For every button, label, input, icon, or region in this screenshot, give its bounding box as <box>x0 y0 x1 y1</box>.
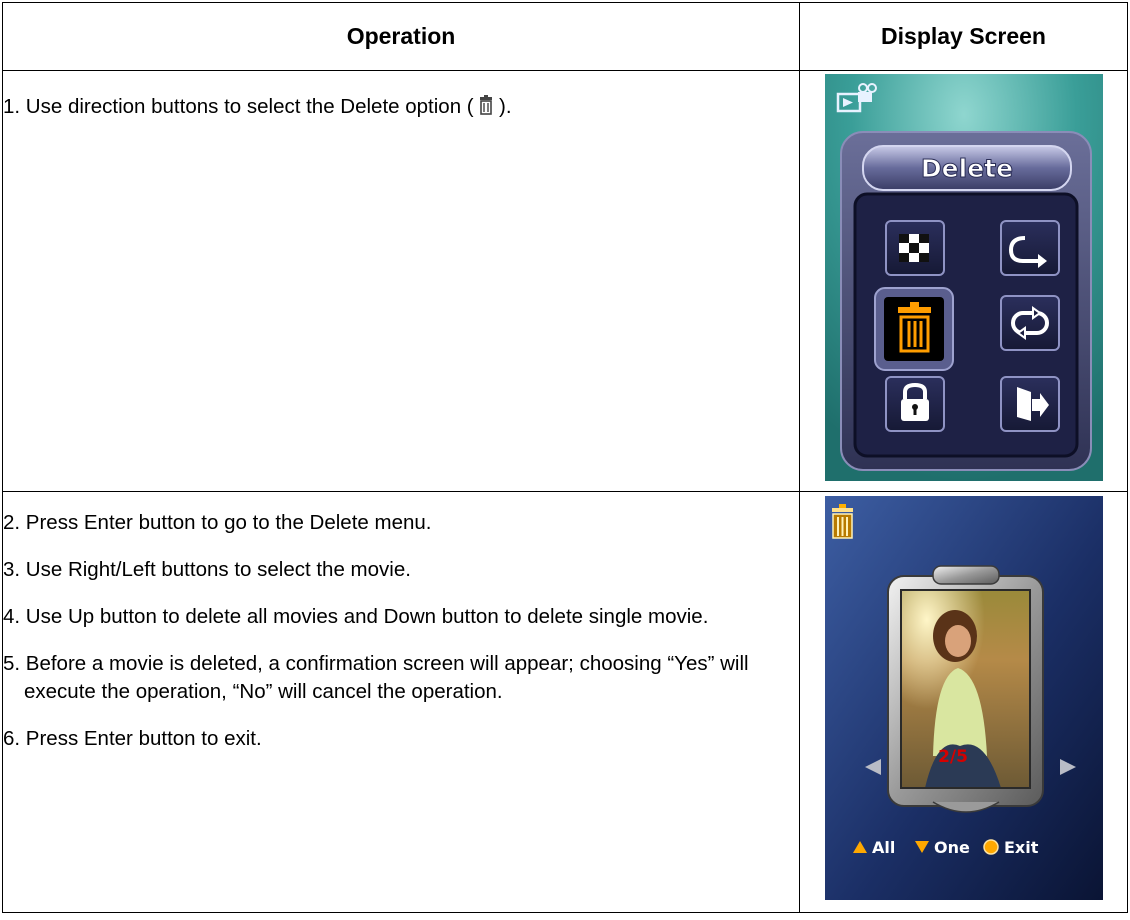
step-1: 1. Use direction buttons to select the D… <box>3 93 799 121</box>
menu-title: Delete <box>920 154 1012 183</box>
exit-button <box>999 376 1060 432</box>
step-1-text: 1. Use direction buttons to select the D… <box>3 95 480 118</box>
step-1-cell: 1. Use direction buttons to select the D… <box>2 70 800 492</box>
operation-header: Operation <box>2 2 800 71</box>
repeat-one-button <box>999 220 1060 276</box>
trash-button-selected <box>873 287 954 371</box>
operation-table: Operation Display Screen 1. Use directio… <box>2 2 1128 913</box>
step-4: 4. Use Up button to delete all movies an… <box>3 605 709 628</box>
step-5: 5. Before a movie is deleted, a confirma… <box>3 652 749 703</box>
display-screen-header: Display Screen <box>799 2 1128 71</box>
delete-title-pill: Delete <box>861 145 1072 191</box>
step-6: 6. Press Enter button to exit. <box>3 727 262 750</box>
delete-option-screen: Delete <box>824 74 1103 481</box>
step-2: 2. Press Enter button to go to the Delet… <box>3 511 432 534</box>
trash-icon <box>831 504 853 539</box>
exit-label: Exit <box>1004 838 1039 857</box>
step-1-suffix: ). <box>493 95 512 118</box>
enter-button-icon <box>982 839 999 855</box>
repeat-all-button <box>999 295 1060 351</box>
step-3: 3. Use Right/Left buttons to select the … <box>3 558 411 581</box>
steps-2-6-cell: 2. Press Enter button to go to the Delet… <box>2 491 800 913</box>
delete-movie-screen: 2/5 All One Exit <box>824 496 1103 900</box>
display-screen-1-cell: Delete <box>799 70 1128 492</box>
movie-counter: 2/5 <box>938 747 968 767</box>
display-screen-2-cell: 2/5 All One Exit <box>799 491 1128 913</box>
thumbnail-button <box>884 220 945 276</box>
one-label: One <box>934 838 970 857</box>
trash-icon <box>480 95 493 115</box>
all-label: All <box>872 838 895 857</box>
lock-button <box>884 376 945 432</box>
